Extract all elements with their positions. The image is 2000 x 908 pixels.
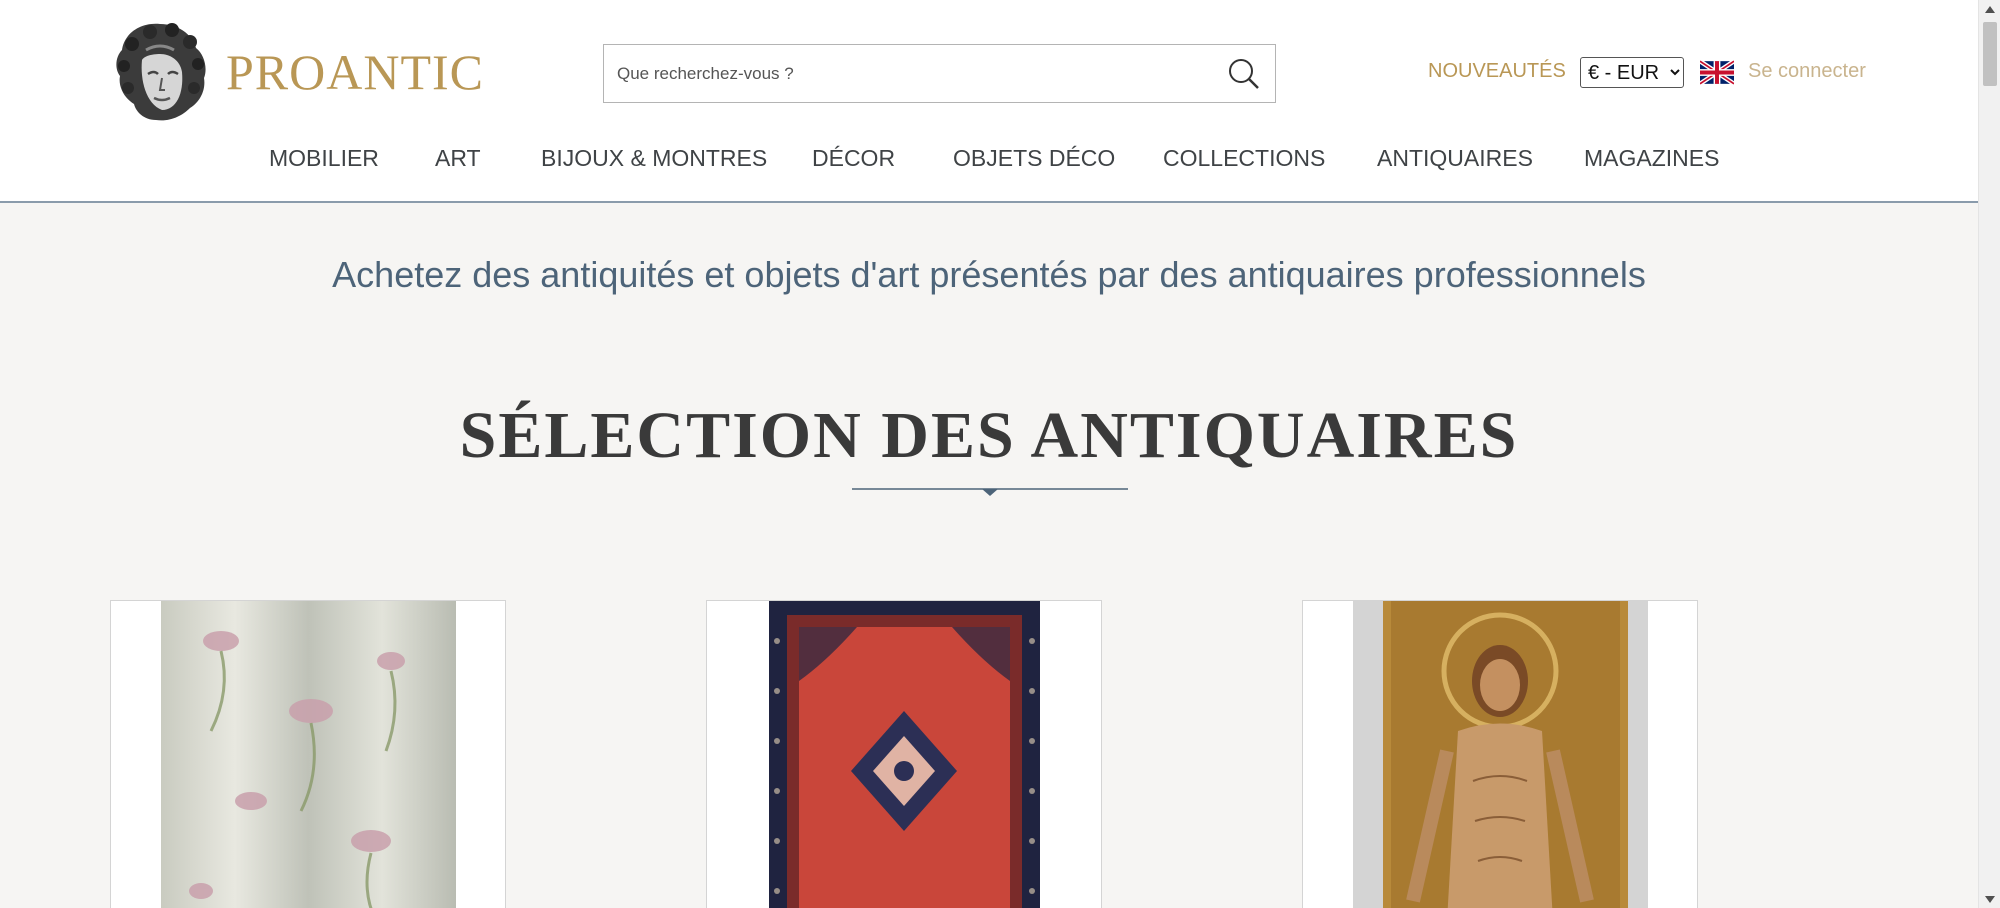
christ-icon-painting-image xyxy=(1353,601,1648,908)
cherub-head-logo-icon xyxy=(116,23,206,121)
login-link[interactable]: Se connecter xyxy=(1748,60,1866,83)
logo-link[interactable]: PROANTIC xyxy=(110,20,484,124)
search-button[interactable] xyxy=(1213,45,1275,102)
product-card[interactable] xyxy=(1302,600,1698,908)
triangle-up-icon xyxy=(1985,5,1995,13)
nav-item-antiquaires[interactable]: ANTIQUAIRES xyxy=(1377,145,1533,172)
nav-item-magazines[interactable]: MAGAZINES xyxy=(1584,145,1719,172)
search-icon xyxy=(1229,58,1259,89)
currency-select[interactable]: € - EUR xyxy=(1580,57,1684,88)
nav-item-art[interactable]: ART xyxy=(435,145,481,172)
scroll-up-button[interactable] xyxy=(1979,0,2000,18)
section-title: SÉLECTION DES ANTIQUAIRES xyxy=(459,399,1519,472)
product-card[interactable] xyxy=(706,600,1102,908)
nav-item-collections[interactable]: COLLECTIONS xyxy=(1163,145,1325,172)
uk-flag-icon[interactable] xyxy=(1700,60,1734,85)
nav-item-mobilier[interactable]: MOBILIER xyxy=(269,145,379,172)
section-divider xyxy=(852,488,1128,496)
brand-name: PROANTIC xyxy=(226,44,485,100)
nav-item-bijoux-montres[interactable]: BIJOUX & MONTRES xyxy=(541,145,767,172)
persian-rug-image xyxy=(769,601,1040,908)
page-tagline: Achetez des antiquités et objets d'art p… xyxy=(332,254,1646,295)
search-bar xyxy=(603,44,1276,103)
site-header: PROANTIC NOUVEAUTÉS € - EUR Se connecter… xyxy=(0,0,1978,203)
nav-item-objets-deco[interactable]: OBJETS DÉCO xyxy=(953,145,1115,172)
search-input[interactable] xyxy=(604,45,1213,102)
triangle-down-icon xyxy=(1985,895,1995,903)
new-arrivals-link[interactable]: NOUVEAUTÉS xyxy=(1428,60,1566,83)
main-nav: MOBILIER ART BIJOUX & MONTRES DÉCOR OBJE… xyxy=(0,145,1978,185)
scroll-down-button[interactable] xyxy=(1979,890,2000,908)
silk-fabric-image xyxy=(161,601,456,908)
product-card[interactable] xyxy=(110,600,506,908)
scrollbar-thumb[interactable] xyxy=(1983,22,1997,86)
page-scrollbar[interactable] xyxy=(1978,0,2000,908)
nav-item-decor[interactable]: DÉCOR xyxy=(812,145,895,172)
